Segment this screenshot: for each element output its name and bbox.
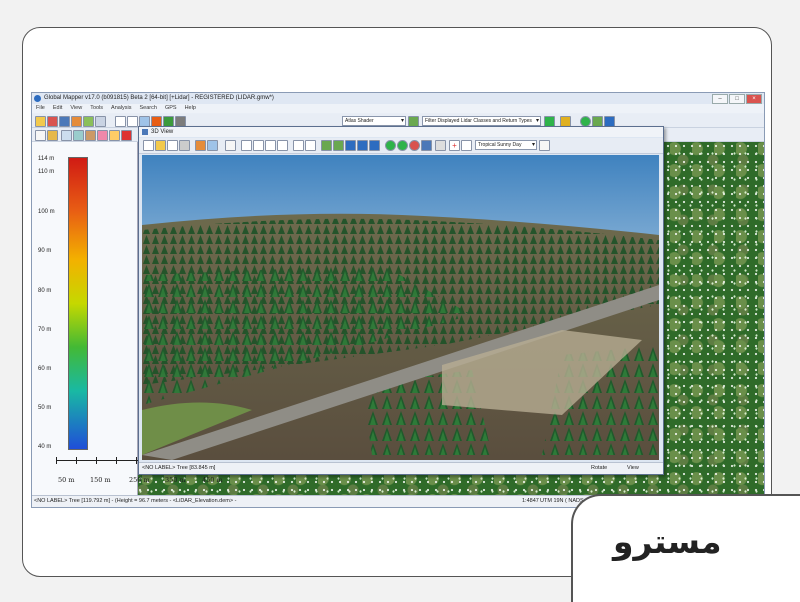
view-3d-scene[interactable] [142,155,659,460]
legend-tick: 70 m [38,327,52,333]
sky-dropdown[interactable]: Tropical Sunny Day [475,140,537,150]
status-text: <NO LABEL> Tree [119.792 m] - (Height = … [34,498,237,504]
legend-tick: 40 m [38,444,52,450]
arrow-down-icon[interactable] [277,140,288,151]
plus-icon[interactable]: + [449,140,460,151]
menu-edit[interactable]: Edit [53,104,62,113]
crosshair-icon[interactable] [461,140,472,151]
legend-tick: 50 m [38,405,52,411]
move-icon[interactable] [143,140,154,151]
zoom-in-icon[interactable] [115,116,126,127]
app-icon [34,95,41,102]
elevation-gradient-bar [68,157,88,450]
move-icon[interactable] [73,130,84,141]
rotate-icon[interactable] [195,140,206,151]
point-icon[interactable] [109,130,120,141]
scale-label: 250 m [129,476,150,484]
tool-icon[interactable] [47,116,58,127]
view-3d-status-text: <NO LABEL> Tree [83.845 m] [142,465,216,471]
view-3d-status-bar: <NO LABEL> Tree [83.845 m] Rotate View [139,462,663,474]
export-icon[interactable] [435,140,446,151]
legend-tick: 110 m [38,169,55,175]
menu-search[interactable]: Search [140,104,157,113]
legend-tick: 90 m [38,248,52,254]
arrow-left-icon[interactable] [241,140,252,151]
terrain-icon[interactable] [321,140,332,151]
close-button[interactable]: × [746,94,762,104]
scale-label: 150 m [90,476,111,484]
brand-logo-text: مسترو [613,522,722,561]
view-3d-status-view: View [627,465,639,471]
fly-icon[interactable] [397,140,408,151]
menu-bar: File Edit View Tools Analysis Search GPS… [32,104,764,113]
menu-analysis[interactable]: Analysis [111,104,131,113]
scale-label: 50 m [58,476,75,484]
delete-icon[interactable] [121,130,132,141]
menu-help[interactable]: Help [185,104,196,113]
settings-icon[interactable] [95,116,106,127]
water-icon[interactable] [345,140,356,151]
arrow-right-icon[interactable] [253,140,264,151]
view-3d-status-mode: Rotate [591,465,608,471]
play-icon[interactable] [385,140,396,151]
arrow-up-icon[interactable] [265,140,276,151]
brand-logo: مسترو [571,494,800,602]
sky-icon[interactable] [357,140,368,151]
layers-icon[interactable] [71,116,82,127]
view-3d-icon [142,129,148,135]
zoom-in-icon[interactable] [293,140,304,151]
minimize-button[interactable]: – [712,94,728,104]
menu-tools[interactable]: Tools [90,104,103,113]
catalog-icon[interactable] [83,116,94,127]
view-3d-toolbar: + Tropical Sunny Day [139,138,663,154]
vector-icon[interactable] [333,140,344,151]
record-icon[interactable] [409,140,420,151]
view-3d-title: 3D View [151,129,174,135]
walk-icon[interactable] [167,140,178,151]
pencil-icon[interactable] [47,130,58,141]
title-bar: Global Mapper v17.0 (b091815) Beta 2 [64… [32,93,764,104]
legend-tick: 100 m [38,209,55,215]
legend-tick: 60 m [38,366,52,372]
capture-icon[interactable] [421,140,432,151]
window-title: Global Mapper v17.0 (b091815) Beta 2 [64… [44,95,274,101]
legend-tick: 114 m [38,156,55,162]
options-icon[interactable] [539,140,550,151]
measure-icon[interactable] [225,140,236,151]
pan-icon[interactable] [155,140,166,151]
area-icon[interactable] [97,130,108,141]
menu-gps[interactable]: GPS [165,104,177,113]
line-icon[interactable] [85,130,96,141]
globe-icon[interactable] [59,116,70,127]
scale-label: 350 m [165,476,186,484]
maximize-button[interactable]: □ [729,94,745,104]
shader-dropdown[interactable]: Atlas Shader [342,116,406,126]
lighting-icon[interactable] [369,140,380,151]
zoom-out-icon[interactable] [305,140,316,151]
status-scale: 1:4847 [522,498,539,504]
legend-tick: 80 m [38,288,52,294]
view-3d-window: 3D View + Tropical Sunny Day ▾ <NO LABEL… [138,126,664,475]
zoom-out-icon[interactable] [127,116,138,127]
elevation-legend-panel: 114 m 110 m 100 m 90 m 80 m 70 m 60 m 50… [32,142,138,495]
select-icon[interactable] [61,130,72,141]
scale-label: 450 m [202,476,223,484]
edit-icon[interactable] [35,130,46,141]
save-icon[interactable] [179,140,190,151]
reset-icon[interactable] [207,140,218,151]
menu-file[interactable]: File [36,104,45,113]
view-3d-titlebar: 3D View [139,127,663,137]
lidar-filter-dropdown[interactable]: Filter Displayed Lidar Classes and Retur… [422,116,541,126]
open-folder-icon[interactable] [35,116,46,127]
menu-view[interactable]: View [70,104,82,113]
